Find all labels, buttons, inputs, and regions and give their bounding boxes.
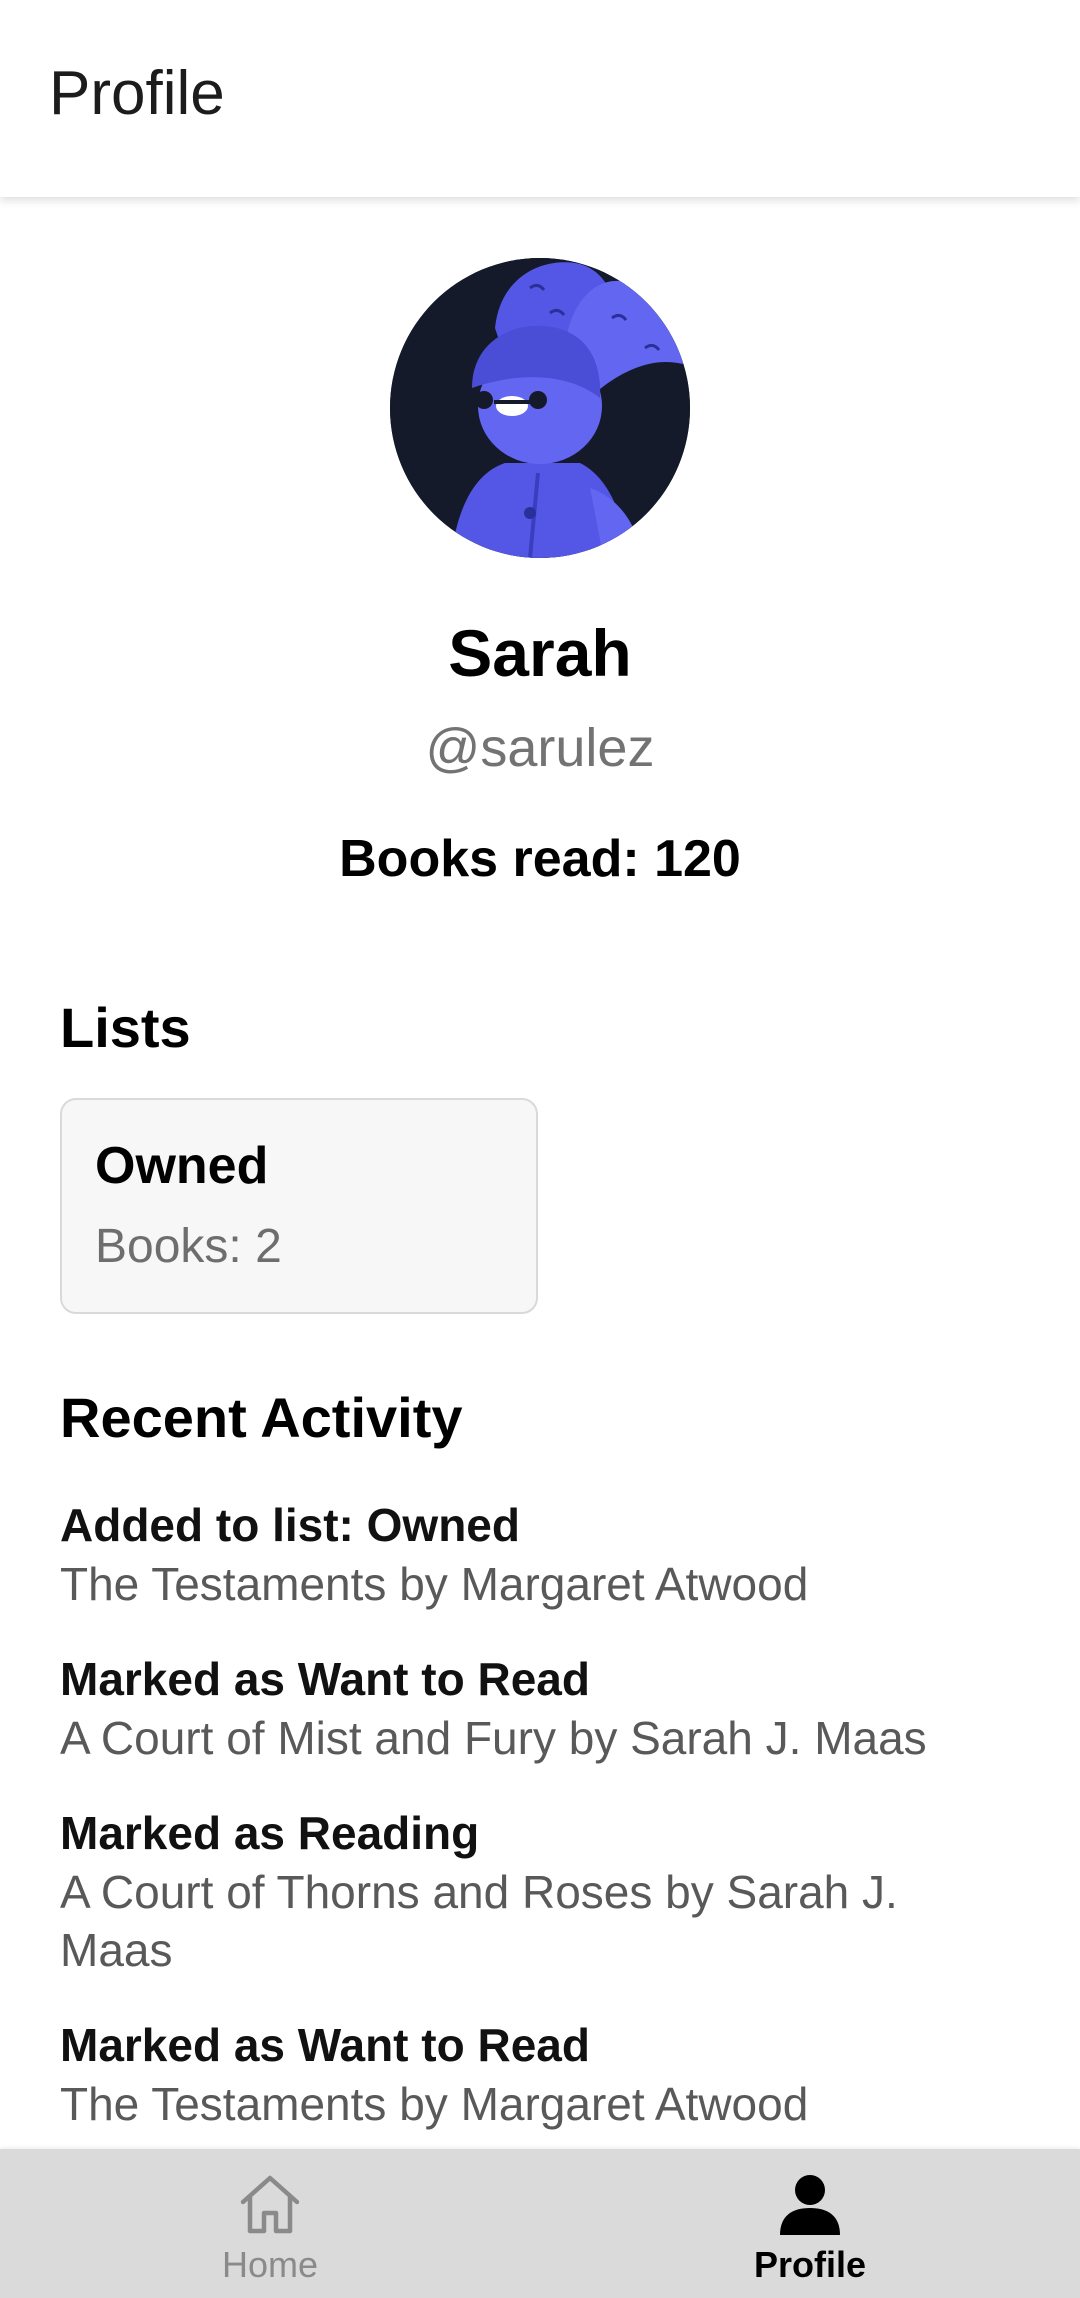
list-card-book-count: Books: 2 [95, 1220, 282, 1273]
activity-item[interactable]: Marked as Want to Read A Court of Mist a… [60, 1649, 1020, 1767]
profile-content[interactable]: Sarah @sarulez Books read: 120 Lists Own… [0, 197, 1080, 2149]
activity-action: Added to list: Owned [60, 1499, 520, 1551]
nav-tab-profile[interactable]: Profile [540, 2149, 1080, 2298]
activity-action: Marked as Want to Read [60, 2019, 590, 2071]
activity-book: The Testaments by Margaret Atwood [60, 1558, 809, 1610]
activity-item[interactable]: Added to list: Owned The Testaments by M… [60, 1495, 1020, 1613]
avatar-illustration [390, 258, 690, 558]
list-card-owned[interactable]: Owned Books: 2 [60, 1098, 538, 1314]
page-title: Profile [49, 59, 225, 128]
activity-item[interactable]: Marked as Reading A Court of Thorns and … [60, 1803, 1020, 1979]
nav-tab-home[interactable]: Home [0, 2149, 540, 2298]
recent-activity-heading: Recent Activity [60, 1386, 463, 1449]
bottom-navigation: Home Profile [0, 2149, 1080, 2298]
activity-book: The Testaments by Margaret Atwood [60, 2078, 809, 2130]
activity-list: Added to list: Owned The Testaments by M… [60, 1495, 1020, 2149]
nav-label-profile: Profile [753, 2244, 867, 2285]
activity-action: Marked as Reading [60, 1807, 480, 1859]
list-card-title: Owned [95, 1137, 269, 1195]
profile-screen: Profile Sarah @sarulez Books read: 120 L… [0, 0, 1080, 2298]
home-outline-icon [240, 2175, 300, 2234]
nav-label-home: Home [221, 2244, 319, 2285]
avatar [390, 258, 690, 558]
lists-heading: Lists [60, 996, 191, 1059]
profile-name: Sarah [448, 616, 632, 690]
activity-action: Marked as Want to Read [60, 1653, 590, 1705]
person-filled-icon [780, 2175, 840, 2235]
app-bar: Profile [0, 0, 1080, 197]
activity-item[interactable]: Marked as Want to Read The Testaments by… [60, 2015, 1020, 2133]
books-read-count: Books read: 120 [339, 830, 741, 888]
activity-book: A Court of Thorns and Roses by Sarah J. … [60, 1866, 898, 1976]
activity-book: A Court of Mist and Fury by Sarah J. Maa… [60, 1712, 927, 1764]
profile-handle: @sarulez [425, 718, 655, 778]
